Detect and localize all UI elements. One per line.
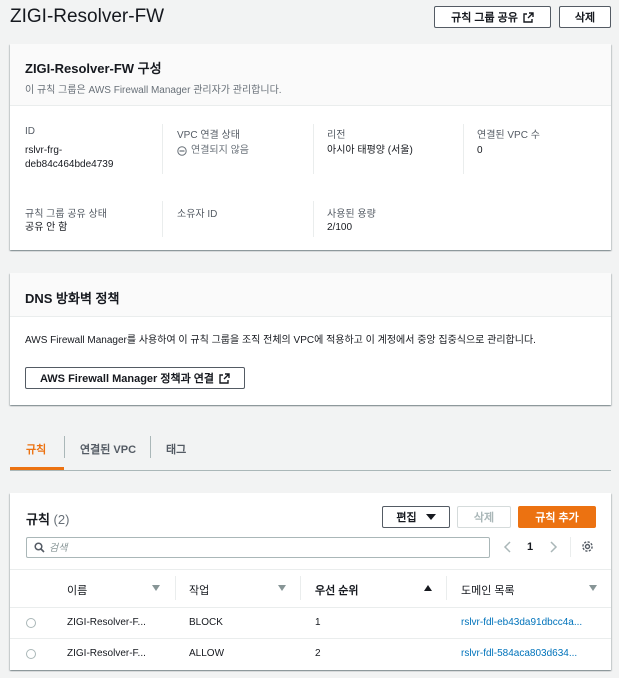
rule-name: ZIGI-Resolver-F... bbox=[67, 617, 146, 628]
dns-policy-header: DNS 방화벽 정책 bbox=[10, 273, 611, 317]
rule-action: BLOCK bbox=[189, 617, 223, 628]
tab-divider bbox=[64, 436, 65, 458]
delete-button[interactable]: 삭제 bbox=[559, 6, 611, 28]
tab-rules[interactable]: 규칙 bbox=[26, 441, 46, 457]
owner-id-label: 소유자 ID bbox=[177, 209, 218, 220]
vpc-count-label: 연결된 VPC 수 bbox=[477, 130, 540, 141]
divider bbox=[162, 201, 163, 237]
rule-domain-list-link[interactable]: rslvr-fdl-584aca803d634... bbox=[461, 648, 577, 659]
column-header-name[interactable]: 이름 bbox=[67, 582, 87, 598]
rule-priority: 1 bbox=[315, 617, 321, 628]
tab-divider bbox=[150, 436, 151, 458]
share-status-value: 공유 안 함 bbox=[25, 222, 68, 233]
vpc-status-label: VPC 연결 상태 bbox=[177, 130, 240, 141]
pagination-divider bbox=[570, 537, 571, 557]
column-header-action[interactable]: 작업 bbox=[189, 582, 209, 598]
rules-count: (2) bbox=[53, 512, 70, 527]
rule-name: ZIGI-Resolver-F... bbox=[67, 648, 146, 659]
tab-baseline bbox=[10, 470, 611, 471]
search-input[interactable] bbox=[49, 541, 479, 555]
column-header-priority[interactable]: 우선 순위 bbox=[315, 582, 359, 598]
delete-rule-button[interactable]: 삭제 bbox=[457, 506, 511, 528]
rule-domain-list-link[interactable]: rslvr-fdl-eb43da91dbcc4a... bbox=[461, 617, 582, 628]
dns-policy-title: DNS 방화벽 정책 bbox=[25, 291, 120, 306]
divider bbox=[313, 124, 314, 174]
row-select-radio[interactable] bbox=[26, 649, 36, 659]
external-link-icon bbox=[219, 372, 230, 384]
current-page[interactable]: 1 bbox=[527, 541, 533, 553]
column-divider bbox=[300, 576, 301, 600]
vpc-status-text: 연결되지 않음 bbox=[191, 145, 249, 156]
region-value: 아시아 태평양 (서울) bbox=[327, 145, 413, 156]
search-field[interactable] bbox=[26, 537, 490, 558]
prev-page-icon[interactable] bbox=[503, 541, 513, 553]
table-header-border bbox=[10, 607, 611, 608]
rules-title: 규칙 (2) bbox=[26, 509, 69, 528]
row-divider bbox=[10, 638, 611, 639]
capacity-label: 사용된 용량 bbox=[327, 209, 376, 220]
config-panel-header: ZIGI-Resolver-FW 구성 이 규칙 그룹은 AWS Firewal… bbox=[10, 44, 611, 106]
next-page-icon[interactable] bbox=[548, 541, 558, 553]
external-link-icon bbox=[523, 11, 534, 23]
divider bbox=[463, 124, 464, 174]
tab-associated-vpc[interactable]: 연결된 VPC bbox=[80, 441, 136, 457]
id-value-line1: rslvr-frg- bbox=[25, 145, 63, 156]
column-divider bbox=[175, 576, 176, 600]
search-icon bbox=[34, 542, 45, 553]
capacity-value: 2/100 bbox=[327, 222, 353, 233]
dns-policy-description: AWS Firewall Manager를 사용하여 이 규칙 그룹을 조직 전… bbox=[25, 335, 536, 346]
rule-priority: 2 bbox=[315, 648, 321, 659]
rule-action: ALLOW bbox=[189, 648, 225, 659]
not-connected-icon bbox=[177, 146, 187, 156]
vpc-count-value: 0 bbox=[477, 145, 483, 156]
page-title: ZIGI-Resolver-FW bbox=[10, 6, 165, 27]
config-description: 이 규칙 그룹은 AWS Firewall Manager 관리자가 관리합니다… bbox=[25, 85, 282, 96]
sort-down-icon[interactable] bbox=[278, 585, 286, 591]
rules-title-text: 규칙 bbox=[26, 512, 50, 527]
share-status-label: 규칙 그룹 공유 상태 bbox=[25, 209, 107, 220]
link-button-label: AWS Firewall Manager 정책과 연결 bbox=[39, 373, 215, 385]
add-rule-button[interactable]: 규칙 추가 bbox=[518, 506, 596, 528]
table-top-border bbox=[10, 569, 611, 570]
region-label: 리전 bbox=[327, 130, 346, 141]
tab-tags[interactable]: 태그 bbox=[166, 441, 186, 457]
column-divider bbox=[446, 576, 447, 600]
settings-gear-icon[interactable] bbox=[581, 540, 594, 553]
firewall-manager-link-button[interactable]: AWS Firewall Manager 정책과 연결 bbox=[25, 367, 245, 389]
edit-button-label: 편집 bbox=[396, 512, 417, 524]
sort-down-icon[interactable] bbox=[152, 585, 160, 591]
id-value-line2: deb84c464bde4739 bbox=[25, 159, 114, 170]
vpc-status-value: 연결되지 않음 bbox=[177, 144, 249, 158]
edit-dropdown-button[interactable]: 편집 bbox=[382, 506, 450, 528]
divider bbox=[313, 201, 314, 237]
config-title: ZIGI-Resolver-FW 구성 bbox=[25, 61, 162, 76]
share-rule-group-button[interactable]: 규칙 그룹 공유 bbox=[434, 6, 551, 28]
row-select-radio[interactable] bbox=[26, 618, 36, 628]
caret-down-icon bbox=[425, 514, 436, 520]
sort-up-icon[interactable] bbox=[424, 585, 432, 591]
column-header-domain-list[interactable]: 도메인 목록 bbox=[461, 582, 515, 598]
sort-down-icon[interactable] bbox=[589, 585, 597, 591]
share-button-label: 규칙 그룹 공유 bbox=[451, 12, 518, 24]
divider bbox=[162, 124, 163, 174]
id-label: ID bbox=[25, 126, 35, 137]
